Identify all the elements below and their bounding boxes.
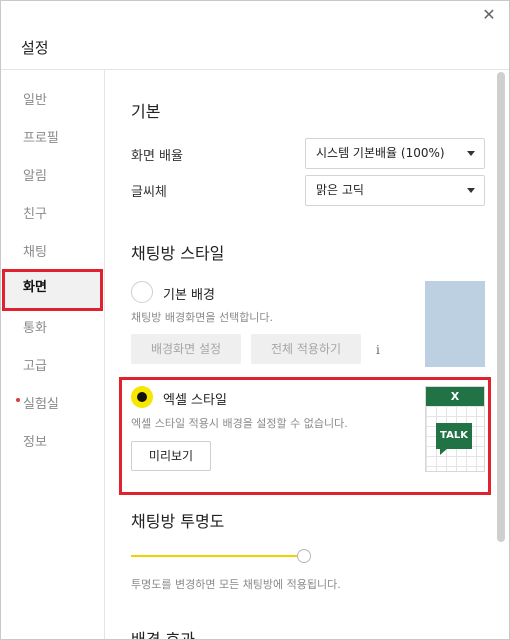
settings-content: 기본 화면 배율 시스템 기본배율 (100%) 글씨체 맑은 고딕 채팅방 스…	[106, 70, 496, 640]
section-title-opacity: 채팅방 투명도	[131, 512, 225, 531]
chevron-down-icon	[467, 188, 475, 193]
sidebar-item-chats[interactable]: 채팅	[1, 234, 105, 272]
zoom-select-value: 시스템 기본배율 (100%)	[316, 146, 445, 160]
preview-button[interactable]: 미리보기	[131, 441, 211, 471]
excel-style-label: 엑셀 스타일	[163, 393, 227, 408]
default-bg-desc: 채팅방 배경화면을 선택합니다.	[131, 311, 274, 324]
sidebar-item-label: 실험실	[23, 397, 59, 412]
opacity-slider-track[interactable]	[131, 555, 303, 557]
sidebar-item-notifications[interactable]: 알림	[1, 158, 105, 196]
chevron-down-icon	[467, 151, 475, 156]
excel-style-desc: 엑셀 스타일 적용시 배경을 설정할 수 없습니다.	[131, 417, 348, 430]
settings-window: ✕ 설정 일반 프로필 알림 친구 채팅 화면 통화 고급 실험실 정보 기본 …	[0, 0, 510, 640]
default-bg-radio[interactable]	[131, 281, 153, 303]
sidebar-item-friends[interactable]: 친구	[1, 196, 105, 234]
font-label: 글씨체	[131, 185, 167, 200]
set-background-button[interactable]: 배경화면 설정	[131, 334, 241, 364]
talk-bubble-tail	[440, 448, 448, 455]
opacity-desc: 투명도를 변경하면 모든 채팅방에 적용됩니다.	[131, 578, 341, 591]
sidebar-item-display[interactable]: 화면	[2, 269, 103, 311]
sidebar-item-about[interactable]: 정보	[1, 424, 105, 462]
zoom-label: 화면 배율	[131, 149, 183, 164]
sidebar-item-profile[interactable]: 프로필	[1, 120, 105, 158]
font-select-value: 맑은 고딕	[316, 183, 364, 197]
sidebar: 일반 프로필 알림 친구 채팅 화면 통화 고급 실험실 정보	[1, 70, 105, 639]
sidebar-item-calls[interactable]: 통화	[1, 310, 105, 348]
new-badge	[16, 398, 20, 402]
background-preview	[425, 281, 485, 367]
apply-all-button[interactable]: 전체 적용하기	[251, 334, 361, 364]
sidebar-item-general[interactable]: 일반	[1, 82, 105, 120]
scrollbar[interactable]	[497, 70, 505, 639]
zoom-select[interactable]: 시스템 기본배율 (100%)	[305, 138, 485, 169]
default-bg-label: 기본 배경	[163, 288, 215, 303]
close-icon[interactable]: ✕	[479, 5, 499, 25]
sidebar-item-labs[interactable]: 실험실	[1, 386, 105, 424]
opacity-slider-handle[interactable]	[297, 549, 311, 563]
section-title-bg-effect: 배경 효과	[131, 630, 195, 640]
window-title: 설정	[21, 39, 49, 57]
section-title-chat-style: 채팅방 스타일	[131, 244, 225, 263]
scrollbar-thumb[interactable]	[497, 72, 505, 542]
sidebar-item-advanced[interactable]: 고급	[1, 348, 105, 386]
excel-style-thumbnail: X TALK	[425, 386, 485, 472]
excel-logo-icon: X	[426, 387, 484, 406]
info-icon[interactable]: i	[376, 343, 380, 357]
talk-bubble-icon: TALK	[436, 423, 472, 449]
font-select[interactable]: 맑은 고딕	[305, 175, 485, 206]
excel-style-radio[interactable]	[131, 386, 153, 408]
section-title-basic: 기본	[131, 102, 161, 121]
